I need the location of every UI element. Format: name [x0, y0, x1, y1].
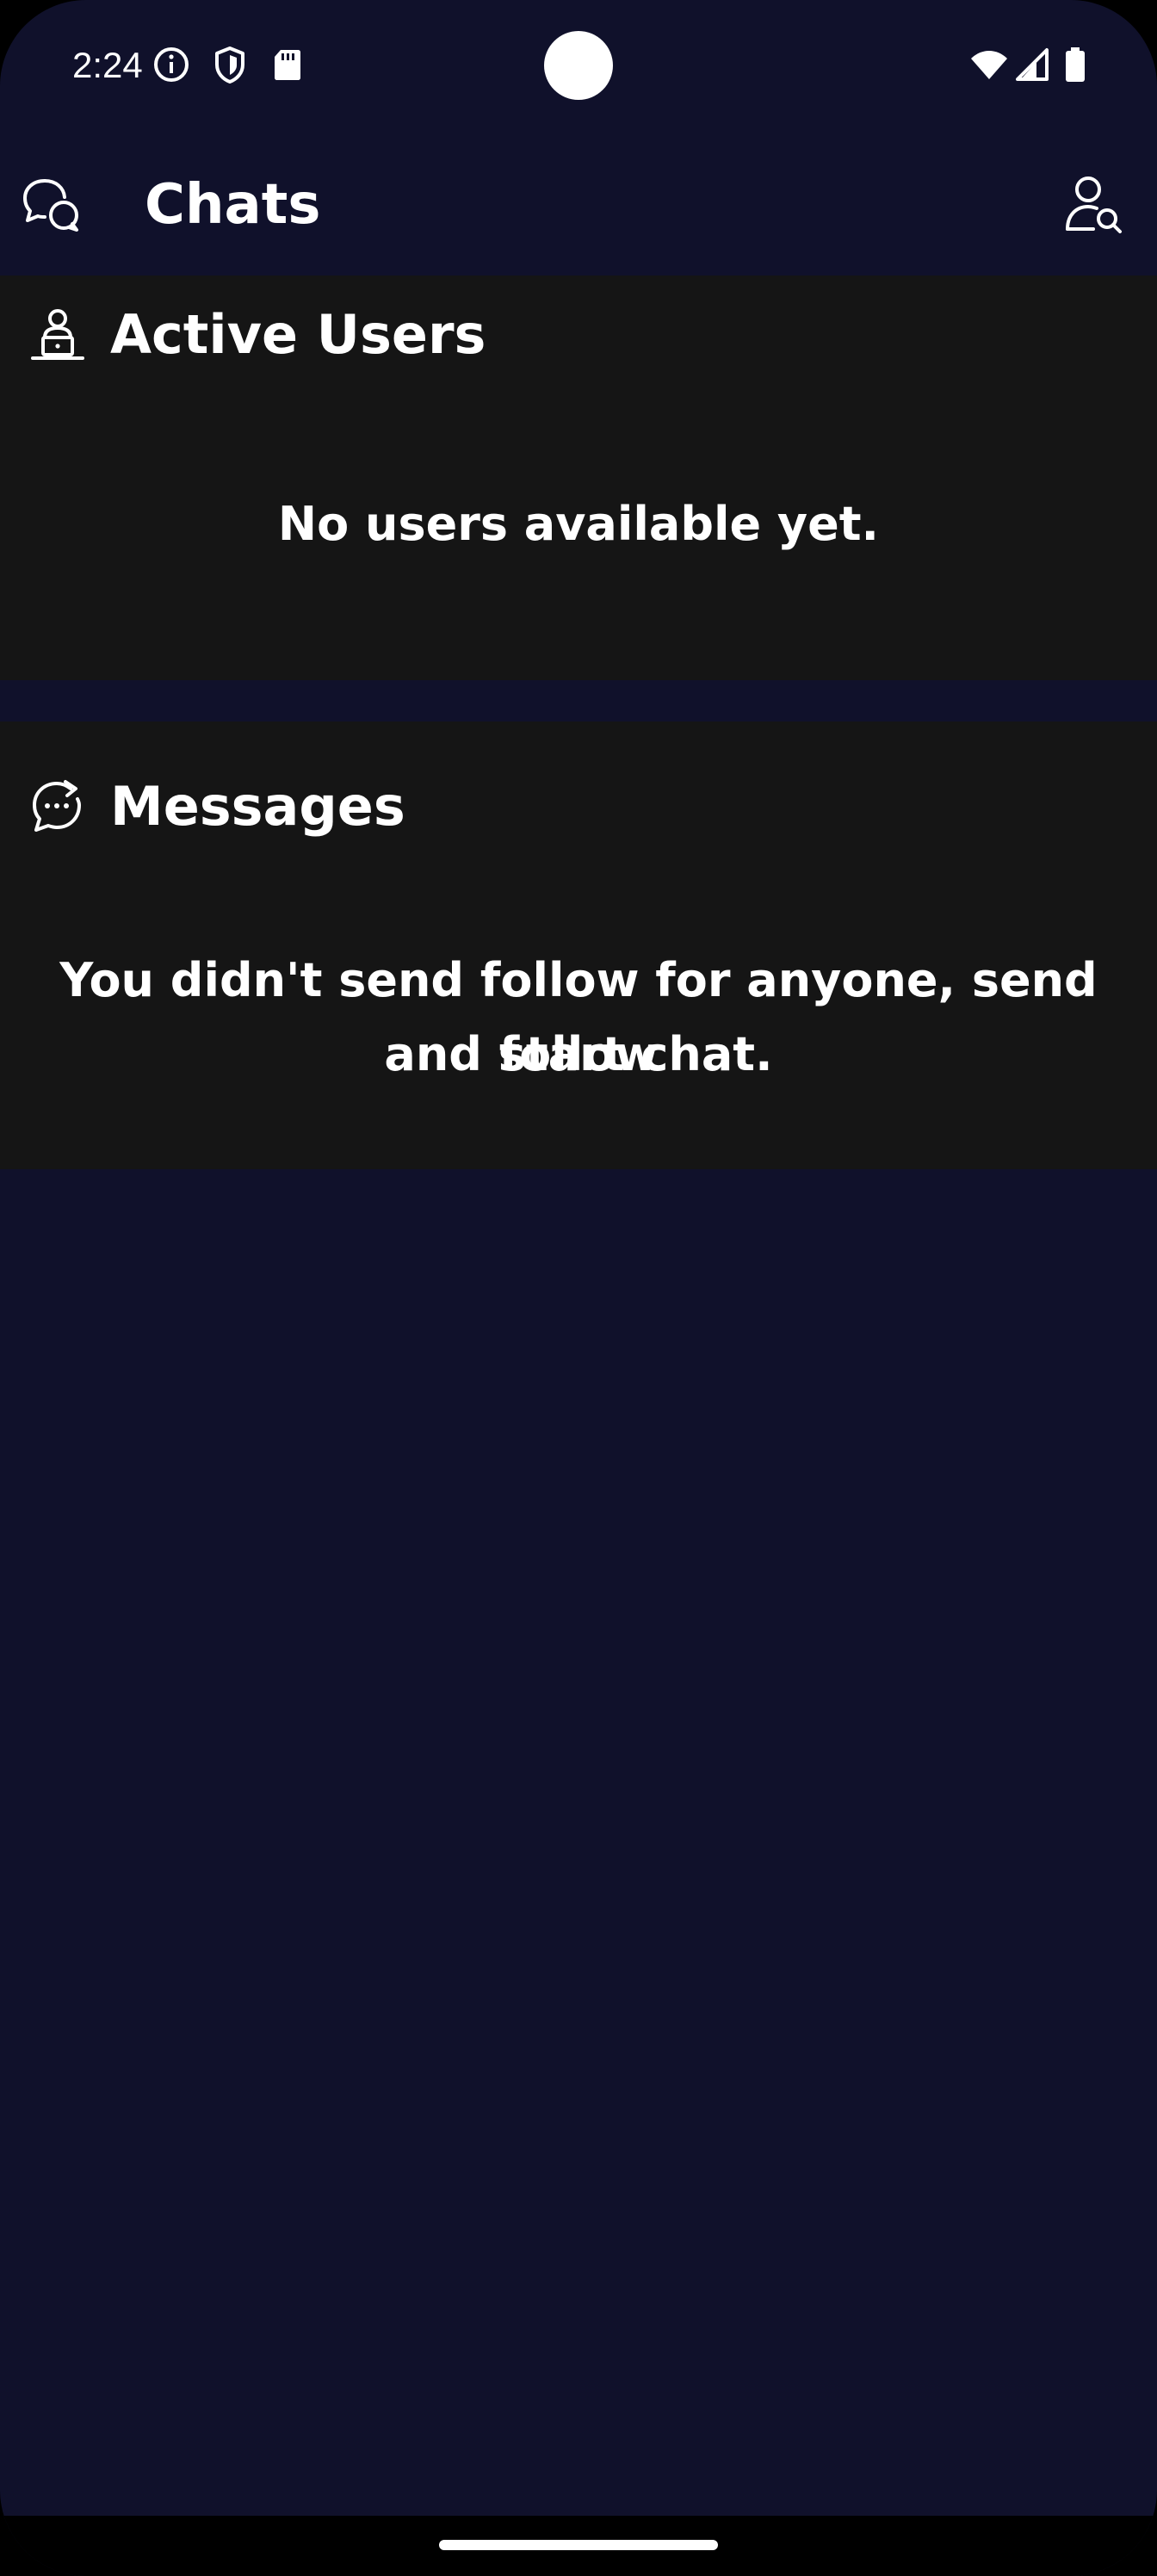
cell-signal-icon	[1016, 48, 1049, 81]
messages-header: Messages	[0, 721, 1157, 842]
shield-icon	[215, 46, 244, 84]
messages-empty-line-2: and start chat.	[384, 1027, 773, 1081]
active-users-empty-message: No users available yet.	[277, 497, 880, 551]
home-indicator[interactable]	[439, 2540, 718, 2550]
wifi-icon	[971, 51, 1007, 79]
sd-card-icon	[275, 50, 300, 80]
app-screen: 2:24 Chats Active Users No users availab…	[0, 0, 1157, 2576]
active-users-section: Active Users No users available yet.	[0, 276, 1157, 680]
active-users-title: Active Users	[110, 303, 486, 366]
app-bar: Chats	[0, 146, 1157, 276]
active-users-header: Active Users	[0, 276, 1157, 396]
user-search-icon[interactable]	[1061, 172, 1126, 238]
messages-title: Messages	[110, 775, 405, 838]
camera-cutout	[544, 31, 613, 100]
chat-forward-icon	[33, 780, 81, 832]
page-title: Chats	[145, 173, 321, 237]
status-time: 2:24	[72, 45, 143, 85]
chat-bubbles-icon[interactable]	[19, 172, 84, 238]
messages-section: Messages You didn't send follow for anyo…	[0, 721, 1157, 1169]
battery-icon	[1066, 47, 1085, 82]
system-nav-bar	[0, 2516, 1157, 2576]
info-icon	[154, 47, 189, 82]
status-bar: 2:24	[0, 0, 1157, 129]
user-laptop-icon	[31, 309, 84, 360]
